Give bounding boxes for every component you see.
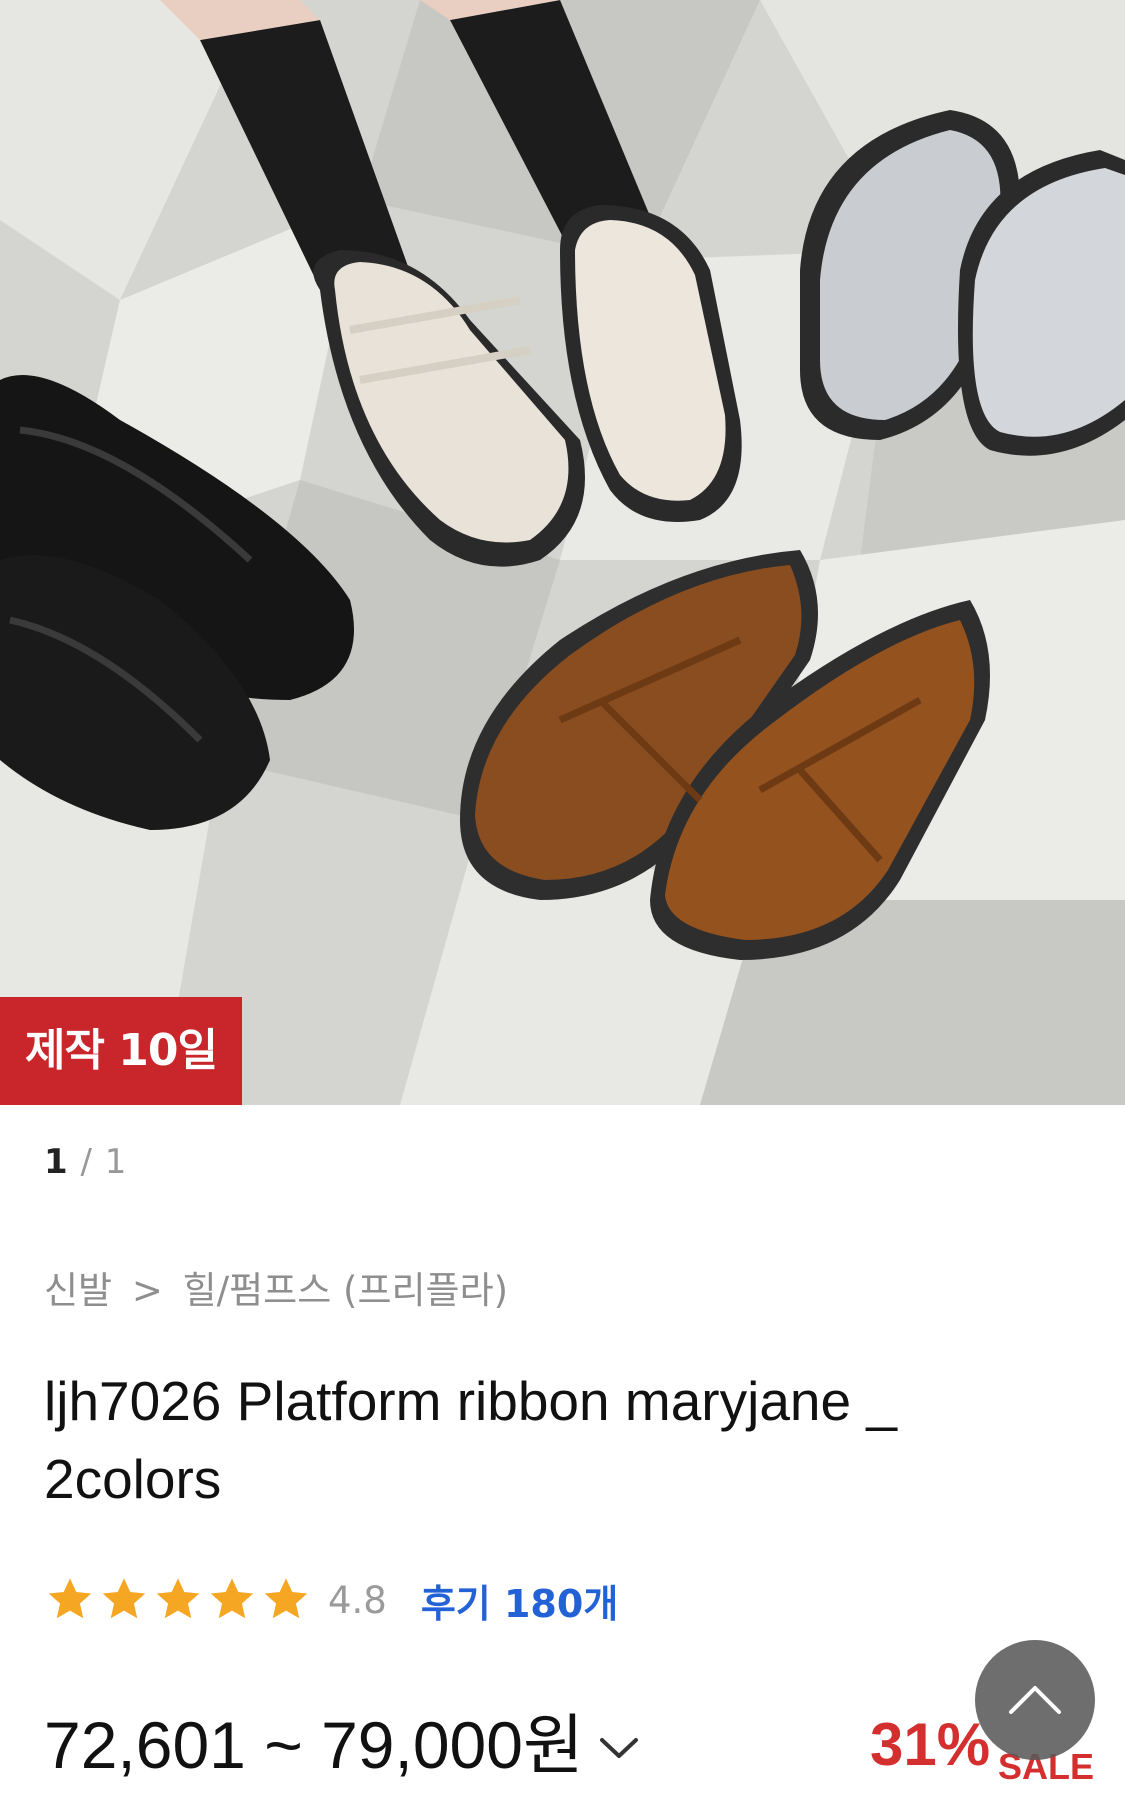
breadcrumb: 신발 > 힐/펌프스 (프리플라): [44, 1260, 516, 1314]
breadcrumb-category[interactable]: 신발: [44, 1269, 112, 1312]
rating-score: 4.8: [328, 1578, 387, 1622]
discount-percent: 31%: [870, 1711, 991, 1778]
rating-row: 4.8 후기 180개: [44, 1565, 618, 1635]
breadcrumb-subcategory[interactable]: 힐/펌프스 (프리플라): [183, 1269, 508, 1312]
scroll-top-button[interactable]: [975, 1640, 1095, 1760]
star-icon: [264, 1578, 308, 1619]
star-icon: [156, 1578, 200, 1619]
star-rating: [44, 1574, 314, 1626]
product-photo: [0, 0, 1125, 1105]
price-range: 72,601 ~ 79,000원: [44, 1708, 584, 1782]
gallery-total: 1: [104, 1142, 128, 1182]
star-icon: [210, 1578, 254, 1619]
product-title: ljh7026 Platform ribbon maryjane _ 2colo…: [44, 1370, 897, 1510]
price-row: 72,601 ~ 79,000원 31% SALE: [44, 1700, 1094, 1790]
chevron-down-icon[interactable]: [596, 1728, 642, 1768]
gallery-separator: /: [68, 1142, 105, 1182]
star-icon: [48, 1578, 92, 1619]
breadcrumb-separator: >: [131, 1269, 163, 1312]
production-badge: 제작 10일: [0, 997, 242, 1105]
review-count-link[interactable]: 후기 180개: [421, 1573, 618, 1628]
star-icon: [102, 1578, 146, 1619]
gallery-current: 1: [44, 1142, 69, 1182]
gallery-counter: 1 / 1: [44, 1142, 127, 1182]
chevron-up-icon: [1009, 1686, 1061, 1714]
product-image[interactable]: 제작 10일: [0, 0, 1125, 1105]
